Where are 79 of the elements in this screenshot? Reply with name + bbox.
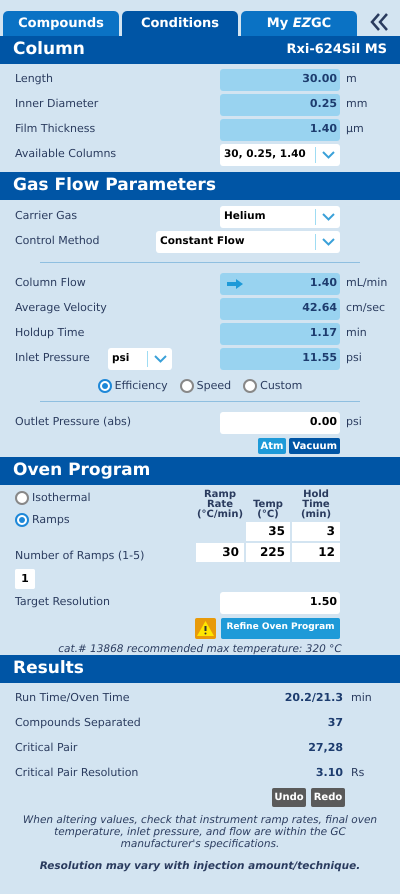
column-name: Rxi-624Sil MS xyxy=(286,41,387,60)
chevron-down-icon xyxy=(154,354,167,362)
tab[interactable]: Conditions xyxy=(122,11,238,36)
disclaimer-text: Resolution may vary with injection amount/technique. xyxy=(38,860,362,872)
collapse-icon[interactable] xyxy=(370,13,390,31)
field-label: Average Velocity xyxy=(15,300,108,316)
field-label: Number of Ramps (1-5) xyxy=(15,548,146,564)
program-radio[interactable]: Ramps xyxy=(15,512,196,528)
column-header: Hold Time (min) xyxy=(300,490,332,520)
unit-label: cm/sec xyxy=(346,301,386,314)
value-field[interactable]: 1.17 xyxy=(220,322,340,344)
field-label: Length xyxy=(15,71,54,88)
value-field[interactable]: 30.00 xyxy=(220,68,340,90)
field-label: Available Columns xyxy=(15,146,118,162)
result-value: 20.2/21.3 xyxy=(284,690,343,706)
column-header: Ramp Rate (°C/min) xyxy=(196,490,244,520)
field-label: Inner Diameter xyxy=(15,96,100,112)
result-value: 37 xyxy=(328,715,343,732)
pressure-button[interactable]: Vacuum xyxy=(289,438,340,454)
field-label: Film Thickness xyxy=(15,121,96,138)
chevron-down-icon xyxy=(322,150,335,158)
field-label: Control Method xyxy=(15,233,101,250)
value-field[interactable]: 0.00 xyxy=(220,412,340,434)
result-label: Critical Pair xyxy=(15,740,78,756)
value-field[interactable]: 42.64 xyxy=(220,298,340,320)
mode-radio[interactable]: Speed xyxy=(180,378,232,394)
history-button[interactable]: Undo xyxy=(272,788,306,806)
field-label: Column Flow xyxy=(15,275,87,292)
value-field[interactable]: 1.40 xyxy=(220,118,340,140)
result-value: 27,28 xyxy=(308,740,343,756)
unit-label: µm xyxy=(346,122,364,136)
ramps-input[interactable]: 1 xyxy=(15,568,35,588)
column-select[interactable]: 30, 0.25, 1.40 xyxy=(220,144,340,166)
section-title: Results xyxy=(13,657,84,680)
table-input[interactable]: 3 xyxy=(292,522,340,541)
section-title: Oven Program xyxy=(13,459,150,482)
value-field[interactable]: 11.55 xyxy=(220,348,340,370)
mode-radio[interactable]: Efficiency xyxy=(98,378,168,394)
mode-radio[interactable]: Custom xyxy=(243,378,302,394)
unit-label: m xyxy=(346,72,357,86)
chevron-down-icon xyxy=(322,238,335,246)
unit-label: min xyxy=(346,326,367,340)
unit-label: psi xyxy=(346,351,362,364)
value-field[interactable]: 1.50 xyxy=(220,592,340,614)
section-title: Column xyxy=(13,38,85,62)
result-value: 3.10 xyxy=(316,765,343,782)
history-button[interactable]: Redo xyxy=(311,788,345,806)
table-input[interactable]: 30 xyxy=(196,543,244,562)
section-title: Gas Flow Parameters xyxy=(13,174,216,198)
value-field[interactable]: 1.40 xyxy=(220,272,340,294)
warning-icon xyxy=(195,618,216,638)
table-input[interactable]: 12 xyxy=(292,543,340,562)
unit-label: mL/min xyxy=(346,276,388,290)
unit-label: min xyxy=(351,691,372,704)
field-label: Holdup Time xyxy=(15,325,86,342)
unit-label: Rs xyxy=(351,766,364,780)
temperature-note: cat.# 13868 recommended max temperature: 320 °C xyxy=(57,642,343,656)
table-input[interactable]: 225 xyxy=(246,543,290,562)
disclaimer-text: When altering values, check that instrument ramp rates, final oven temperature, inlet pressure, and flow are within the GC manufacturer's specifications. xyxy=(22,814,378,850)
result-label: Critical Pair Resolution xyxy=(15,765,140,782)
table-input[interactable]: 35 xyxy=(246,522,290,541)
chevron-down-icon xyxy=(322,212,335,220)
field-label: Outlet Pressure (abs) xyxy=(15,414,132,430)
unit-select[interactable]: psi xyxy=(108,348,172,370)
field-label: Inlet Pressure xyxy=(15,350,91,366)
arrow-right-icon xyxy=(227,278,243,288)
unit-label: mm xyxy=(346,97,368,110)
result-label: Compounds Separated xyxy=(15,715,142,732)
program-radio[interactable]: Isothermal xyxy=(15,490,196,506)
field-label: Carrier Gas xyxy=(15,208,78,224)
result-label: Run Time/Oven Time xyxy=(15,690,131,706)
field-label: Target Resolution xyxy=(15,594,112,610)
tab[interactable]: Compounds xyxy=(3,11,119,36)
dropdown[interactable]: Constant Flow xyxy=(156,230,340,252)
value-field[interactable]: 0.25 xyxy=(220,94,340,116)
unit-label: psi xyxy=(346,415,362,428)
tab[interactable]: My EZGC xyxy=(241,11,357,36)
dropdown[interactable]: Helium xyxy=(220,206,340,228)
column-header: Temp (°C) xyxy=(252,500,284,520)
